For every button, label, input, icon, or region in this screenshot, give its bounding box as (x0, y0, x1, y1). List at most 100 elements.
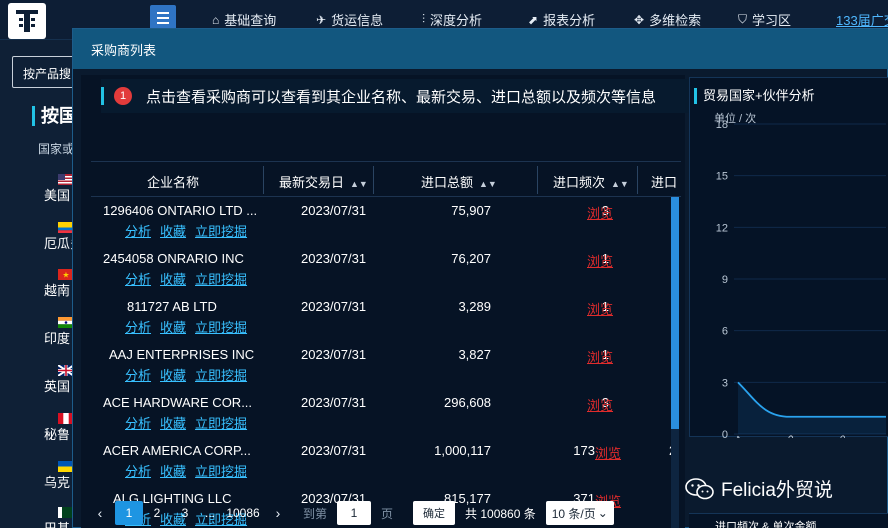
row-actions: 分析 收藏 立即挖掘 (125, 461, 247, 480)
favorite-link[interactable]: 收藏 (160, 413, 186, 432)
mine-link[interactable]: 立即挖掘 (195, 461, 247, 480)
mine-link[interactable]: 立即挖掘 (195, 317, 247, 336)
browse-link[interactable]: 浏览 (595, 443, 621, 462)
home-icon: ⌂ (212, 12, 220, 27)
col-divider (263, 166, 264, 194)
sidebar-country-item[interactable]: 英国 (44, 376, 74, 395)
page-number[interactable]: 3 (171, 501, 199, 525)
mine-link[interactable]: 立即挖掘 (195, 365, 247, 384)
company-name[interactable]: AAJ ENTERPRISES INC (109, 347, 254, 362)
company-name[interactable]: 1296406 ONTARIO LTD ... (103, 203, 257, 218)
report-icon: ⬈ (528, 12, 539, 27)
notice-accent-bar (101, 87, 104, 105)
next-page-icon[interactable]: › (271, 505, 285, 521)
browse-link[interactable]: 浏览 (587, 251, 613, 270)
nav-item-basic-query[interactable]: ⌂ 基础查询 (212, 10, 276, 29)
goto-page-input[interactable]: 1 (337, 501, 372, 525)
page-ellipsis[interactable]: ... (199, 506, 221, 520)
sidebar-country-item[interactable]: 厄瓜多 (44, 233, 74, 252)
analyze-link[interactable]: 分析 (125, 269, 151, 288)
col-divider (373, 166, 374, 194)
analyze-link[interactable]: 分析 (125, 317, 151, 336)
airplane-icon: ✈ (316, 12, 327, 27)
nav-item-learning[interactable]: ⛉ 学习区 (738, 10, 791, 29)
trade-partner-chart: 1815129630128 (716, 119, 886, 438)
browse-link[interactable]: 浏览 (587, 299, 613, 318)
company-name[interactable]: 811727 AB LTD (127, 299, 217, 314)
modal-header: 采购商列表 (73, 29, 888, 69)
nav-item-deep-analysis[interactable]: ⫶ 深度分析 (422, 10, 482, 29)
y-tick-label: 18 (716, 119, 728, 131)
row-actions: 分析 收藏 立即挖掘 (125, 317, 247, 336)
analyze-link[interactable]: 分析 (125, 365, 151, 384)
favorite-link[interactable]: 收藏 (160, 317, 186, 336)
cap-icon: ⛉ (738, 12, 748, 26)
analyze-link[interactable]: 分析 (125, 461, 151, 480)
favorite-link[interactable]: 收藏 (160, 221, 186, 240)
row-actions: 分析 收藏 立即挖掘 (125, 413, 247, 432)
browse-link[interactable]: 浏览 (587, 347, 613, 366)
favorite-link[interactable]: 收藏 (160, 461, 186, 480)
step-number-badge: 1 (114, 87, 132, 105)
company-name[interactable]: ACE HARDWARE COR... (103, 395, 252, 410)
browse-link[interactable]: 浏览 (587, 395, 613, 414)
table-header: 企业名称 最新交易日 ▲▼ 进口总额 ▲▼ 进口频次 ▲▼ 进口 (91, 161, 681, 197)
analyze-link[interactable]: 分析 (125, 221, 151, 240)
mine-link[interactable]: 立即挖掘 (195, 269, 247, 288)
notice-text: 点击查看采购商可以查看到其企业名称、最新交易、进口总额以及频次等信息 (146, 88, 657, 106)
col-header-date[interactable]: 最新交易日 ▲▼ (279, 172, 368, 191)
confirm-button[interactable]: 确定 (413, 501, 456, 525)
sidebar-country-item[interactable]: 印度 (44, 328, 74, 347)
sidebar-country-item[interactable]: 越南 (44, 280, 74, 299)
page-size-select[interactable]: 10 条/页 ⌄ (545, 501, 614, 525)
sort-icon[interactable]: ▲▼ (479, 179, 497, 189)
company-name[interactable]: 2454058 ONRARIO INC (103, 251, 244, 266)
analyze-link[interactable]: 分析 (125, 413, 151, 432)
company-name[interactable]: ACER AMERICA CORP... (103, 443, 251, 458)
col-header-total[interactable]: 进口总额 ▲▼ (421, 172, 497, 191)
sidebar-country-item[interactable]: 美国 (44, 185, 74, 204)
nav-promo-link[interactable]: 133届广交 (836, 10, 888, 29)
total-count: 共 100860 条 (465, 506, 536, 521)
promo-label: 133届广交 (836, 13, 888, 28)
import-frequency: 173 (573, 443, 595, 458)
mine-link[interactable]: 立即挖掘 (195, 413, 247, 432)
page-unit-label: 页 (381, 506, 394, 521)
svg-text:★: ★ (62, 271, 69, 280)
col-header-label: 进口总额 (421, 175, 474, 190)
browse-link[interactable]: 浏览 (587, 203, 613, 222)
app-logo[interactable] (8, 3, 46, 39)
page-number[interactable]: 2 (143, 501, 171, 525)
menu-line (157, 22, 169, 24)
prev-page-icon[interactable]: ‹ (93, 505, 107, 521)
y-tick-label: 12 (716, 222, 728, 234)
favorite-link[interactable]: 收藏 (160, 365, 186, 384)
col-header-extra: 进口 (651, 172, 677, 191)
sidebar-country-item[interactable]: 乌克 (44, 472, 74, 491)
import-total: 3,827 (458, 347, 491, 362)
table-row: ACE HARDWARE COR... 分析 收藏 立即挖掘 2023/07/3… (91, 389, 681, 437)
nav-item-report-analysis[interactable]: ⬈ 报表分析 (528, 10, 595, 29)
analysis-icon: ⫶ (422, 12, 426, 26)
sort-icon[interactable]: ▲▼ (350, 179, 368, 189)
nav-item-shipping[interactable]: ✈ 货运信息 (316, 10, 383, 29)
table-row: 2454058 ONRARIO INC 分析 收藏 立即挖掘 2023/07/3… (91, 245, 681, 293)
y-tick-label: 9 (722, 274, 728, 286)
page-number-last[interactable]: 10086 (221, 506, 265, 520)
favorite-link[interactable]: 收藏 (160, 269, 186, 288)
col-header-label: 企业名称 (147, 175, 200, 190)
vertical-scrollbar-thumb[interactable] (671, 197, 679, 429)
sidebar-country-item[interactable]: 秘鲁 (44, 424, 74, 443)
pagination: ‹ 1 2 3 ... 10086 › 到第 1 页 确定 共 100860 条… (93, 501, 614, 525)
page-number-current[interactable]: 1 (115, 501, 143, 525)
mine-link[interactable]: 立即挖掘 (195, 221, 247, 240)
sidebar-country-item[interactable]: 巴基 (44, 518, 74, 528)
nav-item-label: 货运信息 (331, 13, 384, 28)
sort-icon[interactable]: ▲▼ (611, 179, 629, 189)
import-total: 296,608 (444, 395, 491, 410)
modal-title: 采购商列表 (91, 43, 157, 58)
latest-trade-date: 2023/07/31 (301, 251, 367, 266)
nav-item-multi-search[interactable]: ✥ 多维检索 (634, 10, 701, 29)
col-header-freq[interactable]: 进口频次 ▲▼ (553, 172, 629, 191)
col-divider (537, 166, 538, 194)
